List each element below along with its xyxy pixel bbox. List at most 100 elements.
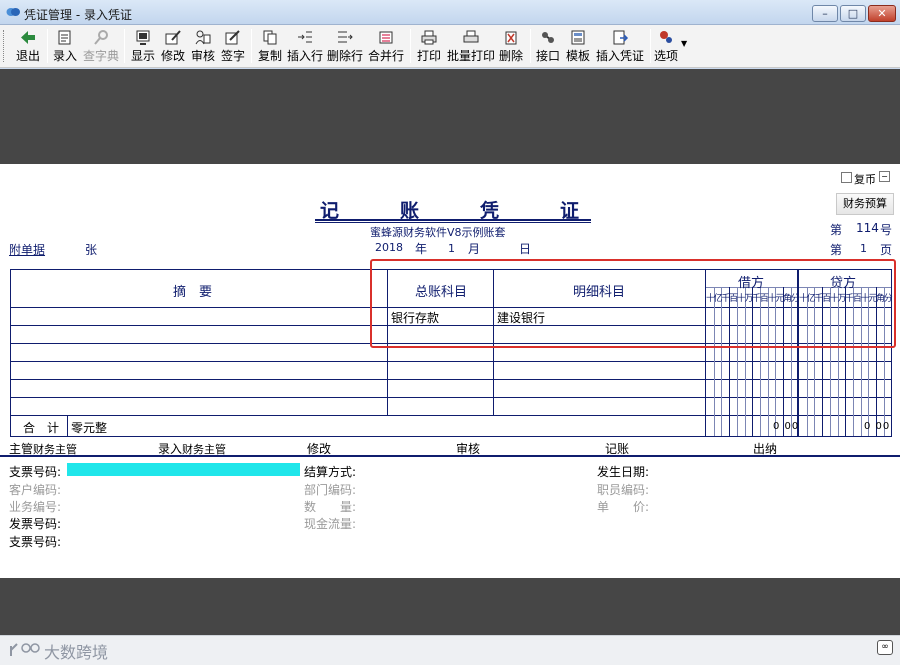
sign-icon — [225, 30, 240, 45]
title-underline — [315, 222, 591, 223]
toolbar-label: 模板 — [565, 49, 590, 63]
toolbar-entry-button[interactable]: 录入 — [50, 27, 80, 65]
toolbar-label: 退出 — [15, 49, 40, 63]
dictionary-search-icon — [94, 30, 108, 45]
summary-header: 摘 要 — [173, 285, 213, 300]
delete-icon — [505, 31, 517, 45]
toolbar-insert-row-button[interactable]: 插入行 — [287, 27, 323, 65]
insert-row-icon — [298, 31, 312, 43]
toolbar-dictionary-button[interactable]: 查字典 — [82, 27, 120, 65]
unit-price-label: 单 价: — [597, 500, 650, 514]
year-label: 年 — [415, 242, 428, 256]
merge-row-icon — [379, 31, 393, 44]
toolbar: 退出 录入 查字典 显示 修改 审核 签字 复制 插入行 删除行 合并行 打印 … — [0, 25, 900, 68]
invoice-no-label: 发票号码: — [9, 517, 62, 531]
audit-icon — [195, 30, 211, 45]
toolbar-label: 选项 — [653, 49, 678, 63]
display-icon — [136, 30, 150, 45]
toolbar-merge-row-button[interactable]: 合并行 — [367, 27, 405, 65]
toolbar-edit-button[interactable]: 修改 — [159, 27, 187, 65]
toolbar-label: 审核 — [190, 49, 215, 63]
interface-icon — [542, 32, 554, 43]
template-icon — [571, 30, 585, 45]
staff-code-label: 职员编码: — [597, 483, 650, 497]
toolbar-batch-print-button[interactable]: 批量打印 — [446, 27, 496, 65]
watermark-logo-icon — [10, 643, 40, 656]
settlement-label: 结算方式: — [304, 465, 357, 479]
options-icon — [660, 31, 672, 43]
watermark-text: 大数跨境 — [44, 643, 109, 662]
signature-audit: 审核 — [456, 442, 481, 456]
top-empty-area — [0, 69, 900, 164]
signature-bookkeep: 记账 — [605, 442, 630, 456]
signature-entry: 录入财务主管 — [158, 440, 226, 457]
bottom-empty-area — [0, 578, 900, 635]
toolbar-template-button[interactable]: 模板 — [564, 27, 592, 65]
company-name: 蜜蜂源财务软件V8示例账套 — [370, 226, 506, 239]
infinity-icon[interactable]: ∞ — [877, 640, 893, 655]
voucher-number-suffix: 号 — [880, 223, 893, 237]
cheque-no-input[interactable] — [67, 463, 300, 476]
toolbar-insert-voucher-button[interactable]: 插入凭证 — [595, 27, 645, 65]
toolbar-label: 录入 — [52, 49, 77, 63]
maximize-button[interactable]: □ — [840, 5, 866, 22]
cheque-no2-label: 支票号码: — [9, 535, 62, 549]
edit-icon — [165, 30, 181, 45]
toolbar-interface-button[interactable]: 接口 — [534, 27, 562, 65]
toolbar-exit-button[interactable]: 退出 — [12, 27, 44, 65]
delete-row-icon — [338, 31, 353, 43]
toolbar-delete-button[interactable]: 删除 — [497, 27, 525, 65]
toolbar-label: 删除 — [498, 49, 523, 63]
toolbar-copy-button[interactable]: 复制 — [256, 27, 284, 65]
signature-supervisor: 主管财务主管 — [9, 440, 77, 457]
toolbar-label: 修改 — [160, 49, 185, 63]
voucher-year[interactable]: 2018 — [375, 241, 403, 254]
toolbar-label: 接口 — [535, 49, 560, 63]
toolbar-grip[interactable] — [3, 30, 6, 62]
foreign-currency-checkbox[interactable] — [841, 172, 852, 183]
toolbar-label: 删除行 — [327, 49, 364, 63]
highlight-annotation-box — [370, 259, 896, 348]
day-label: 日 — [519, 242, 532, 256]
customer-code-label: 客户编码: — [9, 483, 62, 497]
toolbar-label: 插入行 — [287, 49, 324, 63]
occur-date-label: 发生日期: — [597, 465, 650, 479]
copy-icon — [263, 30, 277, 45]
debit-total: 0 00 — [773, 421, 800, 432]
budget-button[interactable]: 财务预算 — [836, 193, 894, 215]
close-button[interactable]: ✕ — [868, 5, 896, 22]
cash-flow-label: 现金流量: — [304, 517, 357, 531]
business-code-label: 业务编号: — [9, 500, 62, 514]
printer-icon — [421, 30, 437, 45]
toolbar-delete-row-button[interactable]: 删除行 — [327, 27, 363, 65]
quantity-label: 数 量: — [304, 500, 357, 514]
title-underline — [315, 219, 591, 221]
collapse-icon[interactable]: − — [879, 171, 890, 182]
credit-total: 0 00 — [864, 421, 891, 432]
minimize-button[interactable]: – — [812, 5, 838, 22]
signature-value: 财务主管 — [182, 443, 227, 456]
options-dropdown-icon[interactable]: ▼ — [681, 39, 687, 48]
toolbar-label: 打印 — [416, 49, 441, 63]
signature-cashier: 出纳 — [753, 442, 778, 456]
attachment-label[interactable]: 附单据 — [9, 241, 45, 258]
toolbar-options-button[interactable]: 选项 — [653, 27, 679, 65]
toolbar-label: 签字 — [220, 49, 245, 63]
voucher-paper: 复币 − 财务预算 记 账 凭 证 蜜蜂源财务软件V8示例账套 第 114 号 … — [0, 164, 900, 578]
toolbar-label: 复制 — [257, 49, 282, 63]
total-label: 合 计 — [23, 421, 60, 435]
toolbar-audit-button[interactable]: 审核 — [189, 27, 217, 65]
toolbar-label: 查字典 — [82, 49, 119, 63]
exit-arrow-icon — [21, 31, 35, 44]
signature-label: 主管 — [9, 442, 34, 456]
toolbar-display-button[interactable]: 显示 — [129, 27, 157, 65]
page-suffix: 页 — [880, 243, 893, 257]
voucher-month[interactable]: 1 — [448, 242, 455, 255]
summary-cell[interactable] — [11, 307, 387, 325]
dept-code-label: 部门编码: — [304, 483, 357, 497]
voucher-number[interactable]: 114 — [856, 221, 879, 235]
total-amount-words: 零元整 — [71, 421, 108, 435]
toolbar-sign-button[interactable]: 签字 — [219, 27, 247, 65]
page-number: 1 — [860, 242, 867, 255]
toolbar-print-button[interactable]: 打印 — [415, 27, 443, 65]
